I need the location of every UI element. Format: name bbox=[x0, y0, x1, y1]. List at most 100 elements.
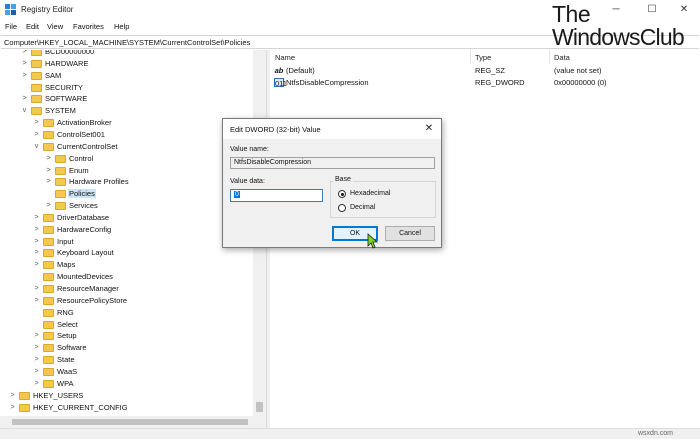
tree-horizontal-scroll-thumb[interactable] bbox=[12, 419, 248, 425]
folder-icon bbox=[19, 403, 30, 412]
tree-node[interactable]: > SAM bbox=[0, 70, 260, 82]
folder-icon bbox=[43, 308, 54, 317]
tree-node[interactable]: > SOFTWARE bbox=[0, 93, 260, 105]
tree-vertical-scroll-thumb[interactable] bbox=[256, 402, 263, 412]
menu-view[interactable]: View bbox=[47, 22, 63, 31]
tree-node[interactable]: > State bbox=[0, 354, 260, 366]
tree-node[interactable]: > HARDWARE bbox=[0, 58, 260, 70]
column-header-name[interactable]: Name bbox=[275, 53, 295, 62]
tree-node[interactable]: > ActivationBroker bbox=[0, 117, 260, 129]
chevron-right-icon[interactable]: > bbox=[32, 260, 41, 270]
cancel-button[interactable]: Cancel bbox=[385, 226, 435, 241]
tree-node[interactable]: > ResourceManager bbox=[0, 283, 260, 295]
tree-node[interactable]: Policies bbox=[0, 188, 260, 200]
tree-node[interactable]: RNG bbox=[0, 307, 260, 319]
value-data-input[interactable]: 0 bbox=[230, 189, 323, 202]
folder-icon bbox=[55, 154, 66, 163]
tree-node[interactable]: v CurrentControlSet bbox=[0, 141, 260, 153]
tree-node[interactable]: > Software bbox=[0, 342, 260, 354]
chevron-right-icon[interactable]: > bbox=[32, 118, 41, 128]
chevron-right-icon[interactable]: > bbox=[32, 225, 41, 235]
dialog-close-button[interactable]: ✕ bbox=[422, 122, 436, 136]
menu-help[interactable]: Help bbox=[114, 22, 129, 31]
chevron-right-icon[interactable]: > bbox=[8, 403, 17, 413]
column-divider[interactable] bbox=[549, 50, 550, 64]
chevron-right-icon[interactable]: > bbox=[20, 59, 29, 69]
chevron-right-icon[interactable]: > bbox=[32, 379, 41, 389]
hexadecimal-label[interactable]: Hexadecimal bbox=[350, 190, 390, 197]
folder-icon bbox=[31, 50, 42, 56]
chevron-right-icon[interactable]: > bbox=[32, 284, 41, 294]
column-header-type[interactable]: Type bbox=[475, 53, 491, 62]
tree-node[interactable]: > DriverDatabase bbox=[0, 212, 260, 224]
chevron-down-icon[interactable]: v bbox=[20, 106, 29, 116]
chevron-down-icon[interactable]: v bbox=[32, 142, 41, 152]
tree-node-label: HARDWARE bbox=[45, 58, 89, 68]
decimal-radio[interactable] bbox=[338, 204, 346, 212]
list-row[interactable]: ab (Default) REG_SZ (value not set) bbox=[270, 65, 700, 77]
tree-node[interactable]: > Hardware Profiles bbox=[0, 176, 260, 188]
tree-node[interactable]: > Services bbox=[0, 200, 260, 212]
address-path[interactable]: Computer\HKEY_LOCAL_MACHINE\SYSTEM\Curre… bbox=[4, 38, 250, 47]
chevron-right-icon[interactable]: > bbox=[20, 71, 29, 81]
folder-icon bbox=[43, 344, 54, 353]
tree-node[interactable]: > ControlSet001 bbox=[0, 129, 260, 141]
menu-edit[interactable]: Edit bbox=[26, 22, 39, 31]
folder-icon bbox=[43, 273, 54, 282]
tree-node[interactable]: > Maps bbox=[0, 259, 260, 271]
column-divider[interactable] bbox=[470, 50, 471, 64]
folder-icon bbox=[43, 142, 54, 151]
tree-node[interactable]: > Keyboard Layout bbox=[0, 247, 260, 259]
chevron-right-icon[interactable]: > bbox=[32, 331, 41, 341]
tree-node[interactable]: > WPA bbox=[0, 378, 260, 390]
folder-icon bbox=[31, 71, 42, 80]
menu-favorites[interactable]: Favorites bbox=[73, 22, 104, 31]
chevron-right-icon[interactable]: > bbox=[44, 201, 53, 211]
base-group bbox=[330, 181, 436, 218]
folder-icon bbox=[43, 379, 54, 388]
chevron-right-icon[interactable]: > bbox=[32, 237, 41, 247]
column-header-data[interactable]: Data bbox=[554, 53, 570, 62]
value-type: REG_DWORD bbox=[475, 78, 525, 87]
list-row[interactable]: 011 NtfsDisableCompression REG_DWORD 0x0… bbox=[270, 77, 700, 89]
value-type: REG_SZ bbox=[475, 66, 506, 75]
menu-file[interactable]: File bbox=[5, 22, 17, 31]
chevron-right-icon[interactable]: > bbox=[32, 355, 41, 365]
chevron-right-icon[interactable]: > bbox=[32, 367, 41, 377]
chevron-right-icon[interactable]: > bbox=[44, 166, 53, 176]
chevron-right-icon[interactable]: > bbox=[32, 130, 41, 140]
tree-node[interactable]: SECURITY bbox=[0, 82, 260, 94]
tree-node[interactable]: > HardwareConfig bbox=[0, 224, 260, 236]
tree-node[interactable]: v SYSTEM bbox=[0, 105, 260, 117]
chevron-right-icon[interactable]: > bbox=[8, 391, 17, 401]
tree-node[interactable]: > HKEY_USERS bbox=[0, 390, 260, 402]
folder-icon bbox=[43, 367, 54, 376]
chevron-right-icon[interactable]: > bbox=[32, 343, 41, 353]
status-bar bbox=[0, 428, 700, 439]
chevron-right-icon[interactable]: > bbox=[32, 248, 41, 258]
tree-node[interactable]: > HKEY_CURRENT_CONFIG bbox=[0, 402, 260, 414]
hexadecimal-radio[interactable] bbox=[338, 190, 346, 198]
tree-node[interactable]: > Setup bbox=[0, 330, 260, 342]
dialog-title: Edit DWORD (32-bit) Value bbox=[230, 125, 321, 134]
decimal-label[interactable]: Decimal bbox=[350, 204, 375, 211]
chevron-right-icon[interactable]: > bbox=[32, 296, 41, 306]
tree-node[interactable]: > Input bbox=[0, 236, 260, 248]
dialog-title-bar[interactable]: Edit DWORD (32-bit) Value ✕ bbox=[223, 119, 441, 139]
chevron-right-icon[interactable]: > bbox=[32, 213, 41, 223]
tree-node[interactable]: MountedDevices bbox=[0, 271, 260, 283]
tree-node[interactable]: > Enum bbox=[0, 165, 260, 177]
tree-node[interactable]: > ResourcePolicyStore bbox=[0, 295, 260, 307]
tree-node[interactable]: > BCD00000000 bbox=[0, 50, 260, 58]
chevron-right-icon[interactable]: > bbox=[20, 94, 29, 104]
tree-node[interactable]: Select bbox=[0, 319, 260, 331]
chevron-right-icon[interactable]: > bbox=[44, 177, 53, 187]
tree-node[interactable]: > Control bbox=[0, 153, 260, 165]
tree-node-label: Select bbox=[57, 319, 78, 329]
chevron-right-icon[interactable]: > bbox=[44, 154, 53, 164]
tree-node-label: Hardware Profiles bbox=[69, 177, 129, 187]
chevron-right-icon[interactable]: > bbox=[20, 50, 29, 57]
tree-horizontal-scrollbar[interactable] bbox=[0, 416, 266, 428]
tree-node[interactable]: > WaaS bbox=[0, 366, 260, 378]
tree-node-label: State bbox=[57, 355, 75, 365]
